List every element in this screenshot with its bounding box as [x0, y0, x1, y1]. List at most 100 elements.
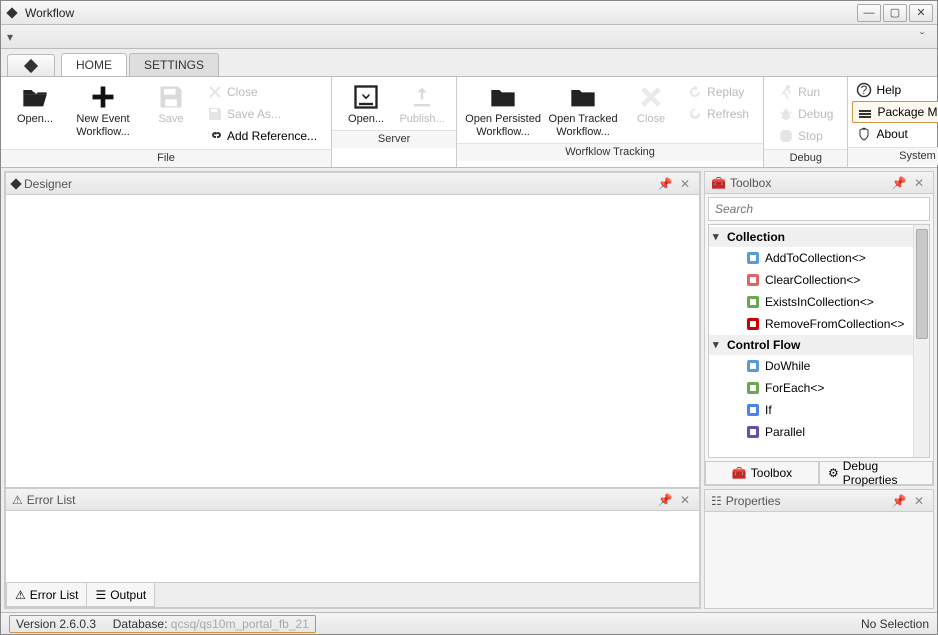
minimize-button[interactable]: — [857, 4, 881, 22]
quick-access-bar: ▾ ˇ [1, 25, 937, 49]
properties-header: ☷ Properties 📌 ✕ [705, 490, 933, 512]
warning-icon: ⚠ [15, 588, 26, 602]
package-manager-button[interactable]: Package Manager [852, 101, 938, 123]
tab-settings[interactable]: SETTINGS [129, 53, 219, 76]
tree-category[interactable]: Collection [709, 227, 929, 247]
tree-item[interactable]: Parallel [709, 421, 929, 443]
tree-item[interactable]: DoWhile [709, 355, 929, 377]
error-list-body[interactable] [6, 511, 699, 583]
save-as-icon [207, 106, 223, 122]
package-icon [857, 104, 873, 120]
toolbox-tree[interactable]: CollectionAddToCollection<>ClearCollecti… [708, 224, 930, 458]
stop-button: Stop [774, 125, 837, 147]
ribbon-group-tracking: Open Persisted Workflow... Open Tracked … [457, 77, 764, 167]
pin-icon[interactable]: 📌 [891, 176, 907, 190]
folder-icon [489, 83, 517, 111]
tree-item[interactable]: RemoveFromCollection<> [709, 313, 929, 335]
run-button: Run [774, 81, 837, 103]
tree-category[interactable]: Control Flow [709, 335, 929, 355]
publish-button: Publish... [394, 81, 450, 128]
tab-home[interactable]: HOME [61, 53, 127, 76]
pin-icon[interactable]: 📌 [657, 177, 673, 191]
open-persisted-button[interactable]: Open Persisted Workflow... [463, 81, 543, 141]
properties-body [705, 512, 933, 608]
close-window-button[interactable]: ✕ [909, 4, 933, 22]
close-panel-icon[interactable]: ✕ [677, 177, 693, 191]
window-title: Workflow [25, 6, 74, 20]
debug-button: Debug [774, 103, 837, 125]
status-selection: No Selection [861, 617, 929, 631]
close-panel-icon[interactable]: ✕ [911, 494, 927, 508]
designer-header: Designer 📌 ✕ [6, 173, 699, 195]
bug-icon [778, 106, 794, 122]
link-icon [207, 128, 223, 144]
tab-toolbox[interactable]: 🧰Toolbox [705, 461, 819, 485]
tab-output[interactable]: ☰Output [86, 583, 155, 607]
ribbon-collapse-button[interactable]: ˇ [913, 30, 931, 44]
toolbox-search-input[interactable] [708, 197, 930, 221]
gear-icon: ⚙ [828, 466, 839, 480]
refresh-button: Refresh [683, 103, 753, 125]
activity-icon [745, 250, 761, 266]
folder-open-icon [21, 83, 49, 111]
maximize-button[interactable]: ▢ [883, 4, 907, 22]
close-file-button: Close [203, 81, 321, 103]
app-menu-button[interactable] [7, 54, 55, 76]
tree-item[interactable]: ClearCollection<> [709, 269, 929, 291]
run-person-icon [778, 84, 794, 100]
app-icon [5, 6, 19, 20]
tree-item[interactable]: If [709, 399, 929, 421]
toolbox-icon: 🧰 [732, 466, 747, 480]
scrollbar[interactable] [913, 225, 929, 457]
tree-item[interactable]: ExistsInCollection<> [709, 291, 929, 313]
server-open-button[interactable]: Open... [338, 81, 394, 128]
ribbon-group-system: ? Help Package Manager About System [848, 77, 938, 167]
about-button[interactable]: About [852, 123, 938, 145]
titlebar: Workflow — ▢ ✕ [1, 1, 937, 25]
toolbox-header: 🧰 Toolbox 📌 ✕ [705, 172, 933, 194]
ribbon-group-server: Open... Publish... Server [332, 77, 457, 167]
error-list-header: ⚠ Error List 📌 ✕ [6, 489, 699, 511]
scrollbar-thumb[interactable] [916, 229, 928, 339]
left-column: Designer 📌 ✕ ⚠ Error List 📌 ✕ ⚠Error Lis… [4, 171, 701, 609]
error-list-panel: ⚠ Error List 📌 ✕ ⚠Error List ☰Output [5, 488, 700, 608]
plus-icon [89, 83, 117, 111]
close-panel-icon[interactable]: ✕ [911, 176, 927, 190]
diamond-icon [12, 177, 20, 191]
save-button: Save [143, 81, 199, 128]
main-area: Designer 📌 ✕ ⚠ Error List 📌 ✕ ⚠Error Lis… [1, 168, 937, 612]
warning-icon: ⚠ [12, 493, 23, 507]
help-button[interactable]: ? Help [852, 79, 938, 101]
designer-canvas[interactable] [6, 195, 699, 487]
folder-icon [569, 83, 597, 111]
properties-icon: ☷ [711, 494, 722, 508]
open-button[interactable]: Open... [7, 81, 63, 128]
ribbon-tabs: HOME SETTINGS [1, 49, 937, 77]
ribbon: Open... New Event Workflow... Save Close… [1, 77, 937, 168]
open-tracked-button[interactable]: Open Tracked Workflow... [543, 81, 623, 141]
toolbox-icon: 🧰 [711, 176, 726, 190]
add-reference-button[interactable]: Add Reference... [203, 125, 321, 147]
activity-icon [745, 380, 761, 396]
close-panel-icon[interactable]: ✕ [677, 493, 693, 507]
tree-item[interactable]: AddToCollection<> [709, 247, 929, 269]
stop-icon [778, 128, 794, 144]
tab-error-list[interactable]: ⚠Error List [6, 583, 87, 607]
replay-button: Replay [683, 81, 753, 103]
save-icon [157, 83, 185, 111]
properties-panel: ☷ Properties 📌 ✕ [704, 489, 934, 609]
replay-icon [687, 84, 703, 100]
right-column: 🧰 Toolbox 📌 ✕ CollectionAddToCollection<… [704, 171, 934, 609]
designer-panel: Designer 📌 ✕ [5, 172, 700, 488]
status-version-db: Version 2.6.0.3 Database: qcsq/qs10m_por… [9, 615, 316, 633]
tree-item[interactable]: ForEach<> [709, 377, 929, 399]
download-icon [352, 83, 380, 111]
tab-debug-properties[interactable]: ⚙Debug Properties [819, 461, 933, 485]
pin-icon[interactable]: 📌 [891, 494, 907, 508]
quick-access-dropdown[interactable]: ▾ [7, 30, 13, 44]
save-as-button: Save As... [203, 103, 321, 125]
pin-icon[interactable]: 📌 [657, 493, 673, 507]
status-bar: Version 2.6.0.3 Database: qcsq/qs10m_por… [1, 612, 937, 634]
new-event-workflow-button[interactable]: New Event Workflow... [63, 81, 143, 141]
ribbon-group-file: Open... New Event Workflow... Save Close… [1, 77, 332, 167]
